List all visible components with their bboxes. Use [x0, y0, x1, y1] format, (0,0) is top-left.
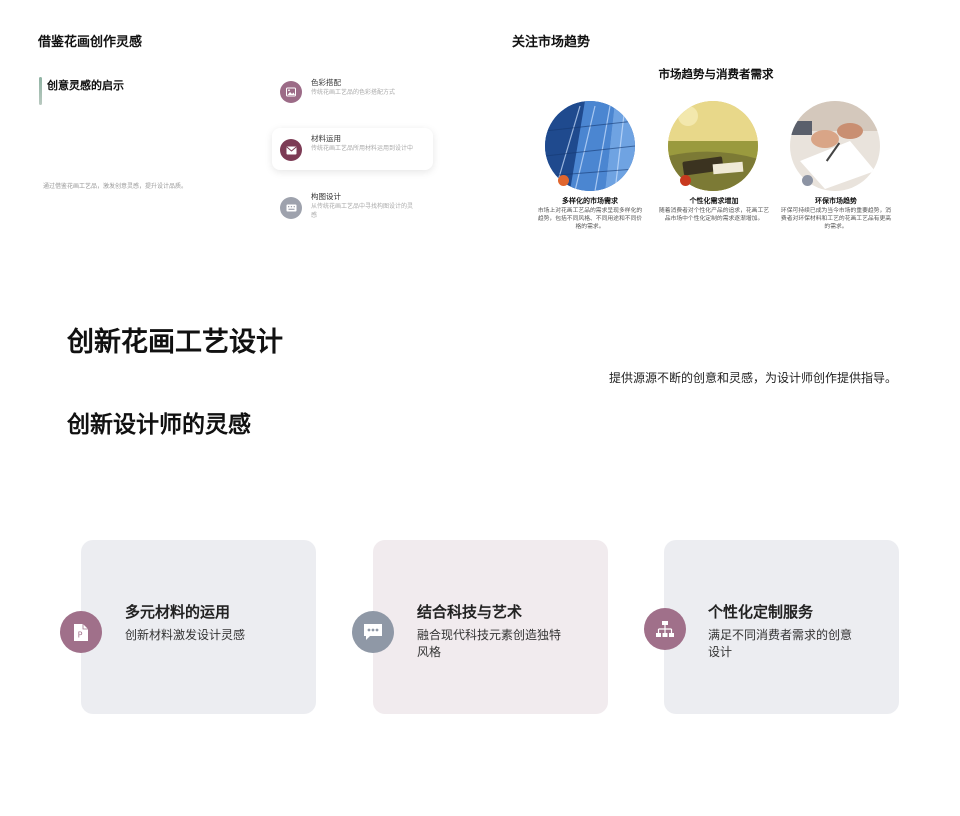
item-desc: 从传统花画工艺品中寻找构图设计的灵感	[311, 203, 414, 219]
slide2-title: 关注市场趋势	[512, 35, 591, 50]
accent-bar	[39, 77, 42, 105]
column-dot	[558, 175, 569, 186]
keyboard-icon	[280, 197, 302, 219]
item-title: 材料运用	[311, 134, 341, 143]
item-title: 构图设计	[311, 192, 341, 201]
item-desc: 传统花画工艺品的色彩搭配方式	[311, 89, 396, 96]
column-dot	[802, 175, 813, 186]
column-title: 环保市场趋势	[815, 197, 857, 205]
chat-icon	[352, 611, 394, 653]
column-title: 多样化的市场需求	[562, 197, 618, 205]
slide2-heading: 市场趋势与消费者需求	[658, 67, 774, 81]
feature-desc: 满足不同消费者需求的创意设计	[708, 628, 853, 659]
tagline: 提供源源不断的创意和灵感，为设计师创作提供指导。	[609, 371, 898, 385]
slide1-caption: 通过借鉴花画工艺品，激发创意灵感，提升设计品质。	[43, 183, 188, 190]
feature-title: 结合科技与艺术	[417, 603, 523, 621]
feature-title: 个性化定制服务	[708, 603, 814, 621]
feature-desc: 创新材料激发设计灵感	[125, 628, 246, 642]
column-desc: 随着消费者对个性化产品的追求，花画工艺品市场中个性化定制的需求逐渐增加。	[658, 208, 770, 222]
feature-desc: 融合现代科技元素创造独特风格	[417, 628, 562, 659]
document-icon: P	[60, 611, 102, 653]
item-desc: 传统花画工艺品所用材料运用到设计中	[311, 145, 414, 152]
main-title: 创新花画工艺设计	[67, 327, 283, 358]
column-desc: 市场上对花画工艺品的需求呈现多样化的趋势，包括不同风格、不同用途和不同价格的需求…	[537, 208, 643, 230]
column-desc: 环保可持续已成为当今市场的重要趋势，消费者对环保材料和工艺的花画工艺品有更高的需…	[780, 208, 892, 230]
image-icon	[280, 81, 302, 103]
column-dot	[680, 175, 691, 186]
feature-title: 多元材料的运用	[125, 603, 231, 621]
svg-text:P: P	[78, 630, 83, 639]
mail-icon	[280, 139, 302, 161]
item-title: 色彩搭配	[311, 78, 341, 87]
slide1-title: 借鉴花画创作灵感	[38, 35, 143, 50]
second-title: 创新设计师的灵感	[67, 412, 251, 438]
column-title: 个性化需求增加	[689, 197, 739, 205]
sitemap-icon	[644, 608, 686, 650]
slide1-subtitle: 创意灵感的启示	[47, 79, 124, 92]
